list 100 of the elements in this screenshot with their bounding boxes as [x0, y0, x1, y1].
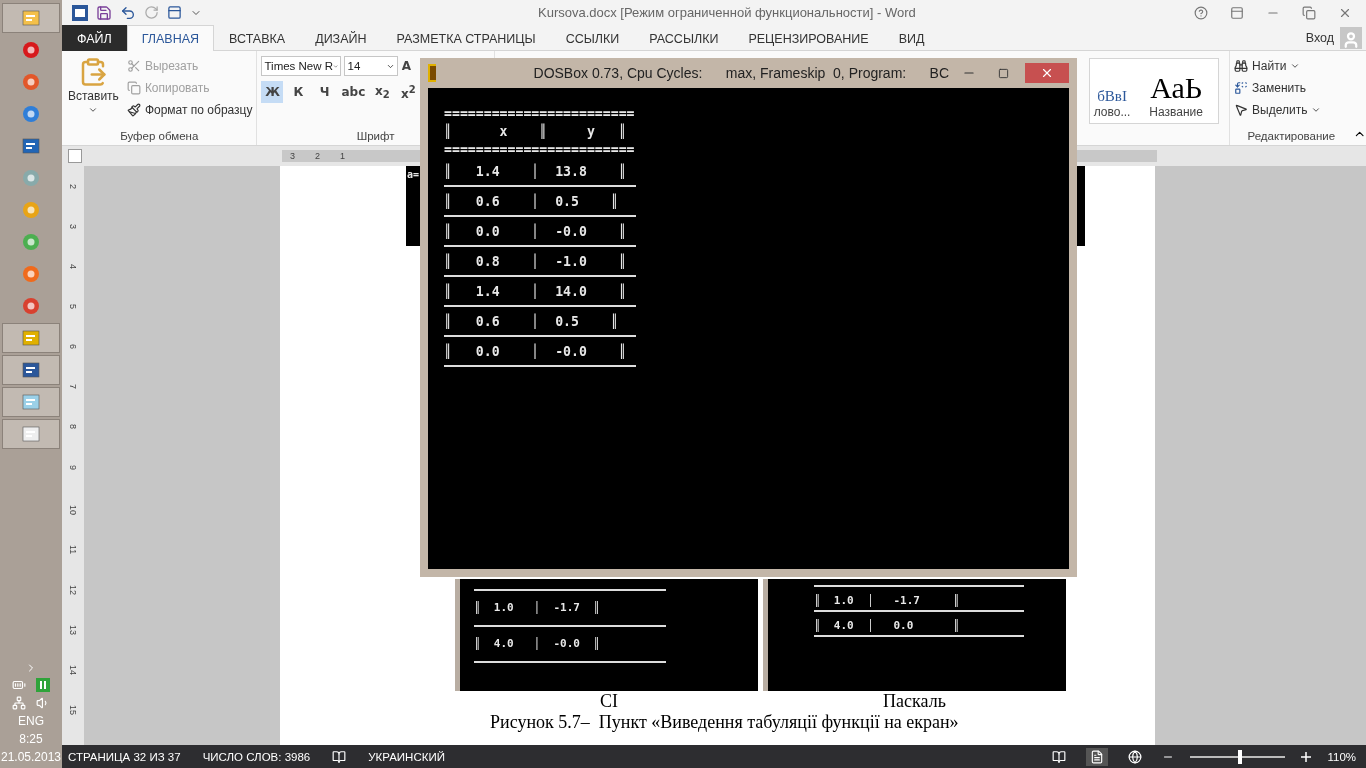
style-name: Название	[1149, 105, 1203, 119]
app-icon	[22, 425, 40, 443]
ruler-number: 8	[68, 424, 78, 432]
font-name-field[interactable]: Times New R	[261, 56, 342, 76]
window-title: Kursova.docx [Режим ограниченной функциональности] - Word	[538, 5, 916, 20]
caret-icon	[1290, 61, 1301, 71]
redo-icon[interactable]	[144, 5, 159, 20]
grow-font-button[interactable]: A	[401, 55, 412, 77]
taskbar-button[interactable]	[2, 387, 60, 417]
view-button[interactable]	[1086, 747, 1109, 766]
word-count[interactable]: ЧИСЛО СЛОВ: 3986	[202, 750, 311, 763]
sign-in-link[interactable]: Вход	[1305, 30, 1340, 45]
zoom-level[interactable]: 110%	[1327, 750, 1366, 763]
console-text: ║ 0.6 │ 0.5 ║	[444, 314, 619, 329]
ruler-number: 7	[68, 384, 78, 392]
replace-button[interactable]: Заменить	[1234, 77, 1349, 99]
save-icon[interactable]	[96, 4, 112, 21]
zoom-in-icon[interactable]	[1301, 751, 1312, 762]
app-icon	[22, 41, 40, 59]
ribbon-tab[interactable]: ВИД	[883, 25, 940, 51]
tab-selector[interactable]	[68, 149, 82, 163]
ruler-number: 9	[68, 464, 78, 472]
close-icon	[1040, 66, 1054, 80]
ruler-number: 14	[68, 664, 78, 677]
font-size-field[interactable]: 14	[344, 56, 399, 76]
ruler-number: 3	[290, 151, 295, 161]
format-button[interactable]: x$_{2}$	[371, 81, 394, 103]
undo-icon[interactable]	[120, 4, 136, 21]
image-caption: Паскаль	[882, 691, 947, 712]
caret-icon	[88, 105, 99, 115]
console-text: ║ 1.0 │ -1.7 ║	[474, 601, 600, 614]
ruler-number: 12	[68, 584, 78, 597]
ribbon-tab[interactable]: ВСТАВКА	[214, 25, 301, 51]
format-button[interactable]: К	[287, 81, 310, 103]
console-text: ║ 0.0 │ -0.0 ║	[444, 344, 627, 359]
format-button[interactable]: x$^{2}$	[397, 81, 420, 103]
console-text: ║ 0.8 │ -1.0 ║	[444, 254, 627, 269]
file-tab[interactable]: ФАЙЛ	[62, 25, 127, 51]
console-text: ║ x ║ y ║	[444, 122, 628, 141]
console-text: ║ 4.0 │ 0.0 ║	[814, 619, 960, 632]
word-icon[interactable]	[72, 4, 88, 21]
scissors-icon	[126, 59, 141, 73]
style-name: лово...	[1093, 105, 1131, 119]
ribbon-tab[interactable]: РАССЫЛКИ	[634, 25, 734, 51]
taskbar-button[interactable]	[2, 419, 60, 449]
format-button[interactable]: Ж	[261, 81, 284, 103]
ruler-number: 2	[68, 184, 78, 191]
style-item[interactable]: бВвІ лово...	[1090, 59, 1135, 123]
language-status[interactable]: УКРАИНСКИЙ	[368, 750, 445, 763]
clock-time: 8:25	[19, 732, 43, 746]
page-count[interactable]: СТРАНИЦА 32 ИЗ 37	[68, 750, 181, 763]
taskbar-button[interactable]	[2, 3, 60, 33]
network-icon[interactable]	[12, 696, 26, 710]
close-button[interactable]	[1025, 63, 1069, 83]
zoom-thumb[interactable]	[1237, 749, 1242, 764]
print-view-icon	[1090, 749, 1105, 764]
ribbon-tab[interactable]: РАЗМЕТКА СТРАНИЦЫ	[381, 25, 551, 51]
format-button[interactable]: Ч	[313, 81, 336, 103]
format-painter-button[interactable]: Формат по образцу	[126, 99, 253, 121]
ribbon-tab[interactable]: РЕЦЕНЗИРОВАНИЕ	[733, 25, 884, 51]
avatar-icon[interactable]	[1340, 26, 1362, 49]
app-icon	[22, 233, 40, 251]
style-item[interactable]: АаЬ Название	[1134, 59, 1219, 123]
select-button[interactable]: Выделить	[1234, 99, 1349, 121]
group-label: Редактирование	[1247, 130, 1336, 144]
restore-icon[interactable]	[1302, 5, 1316, 20]
console-text: ║ 1.4 │ 13.8 ║	[444, 164, 627, 179]
paste-button[interactable]: Вставить	[66, 55, 121, 130]
binoculars-icon	[1234, 59, 1249, 73]
taskbar-button[interactable]	[2, 355, 60, 385]
ruler-number: 3	[68, 224, 78, 232]
console-text: ========================	[444, 106, 636, 121]
console-text: ║ 0.0 │ -0.0 ║	[444, 224, 627, 239]
dosbox-icon	[428, 64, 436, 82]
console-text: ========================	[444, 142, 636, 157]
help-icon[interactable]	[1194, 5, 1208, 20]
ribbon-tab[interactable]: ГЛАВНАЯ	[126, 25, 215, 51]
ruler-number: 15	[68, 705, 78, 718]
group-label: Буфер обмена	[120, 130, 199, 144]
app-icon	[22, 105, 40, 123]
style-preview: бВвІ	[1097, 88, 1127, 105]
ribbon-tab[interactable]: ДИЗАЙН	[300, 25, 382, 51]
image-caption: CI	[599, 691, 619, 712]
window-title: DOSBox 0.73, Cpu Cycles: max, Frameskip 0, Program: BC	[533, 65, 949, 81]
app-icon	[22, 73, 40, 91]
proofing-icon[interactable]	[332, 749, 347, 764]
ruler-number: 6	[68, 344, 78, 352]
battery-icon[interactable]	[12, 678, 26, 692]
app-icon	[22, 137, 40, 155]
ruler-number: 2	[315, 151, 321, 161]
format-button[interactable]: abc	[339, 81, 368, 103]
web-view-icon	[1128, 749, 1143, 764]
ribbon-tab[interactable]: ССЫЛКИ	[550, 25, 635, 51]
find-button[interactable]: Найти	[1234, 55, 1349, 77]
ruler-number: 4	[68, 264, 78, 272]
app-icon	[22, 265, 40, 283]
console-text: a=	[407, 169, 420, 180]
notepad-icon	[22, 393, 40, 411]
taskbar-button[interactable]	[2, 323, 60, 353]
torrent-icon[interactable]	[36, 678, 50, 692]
